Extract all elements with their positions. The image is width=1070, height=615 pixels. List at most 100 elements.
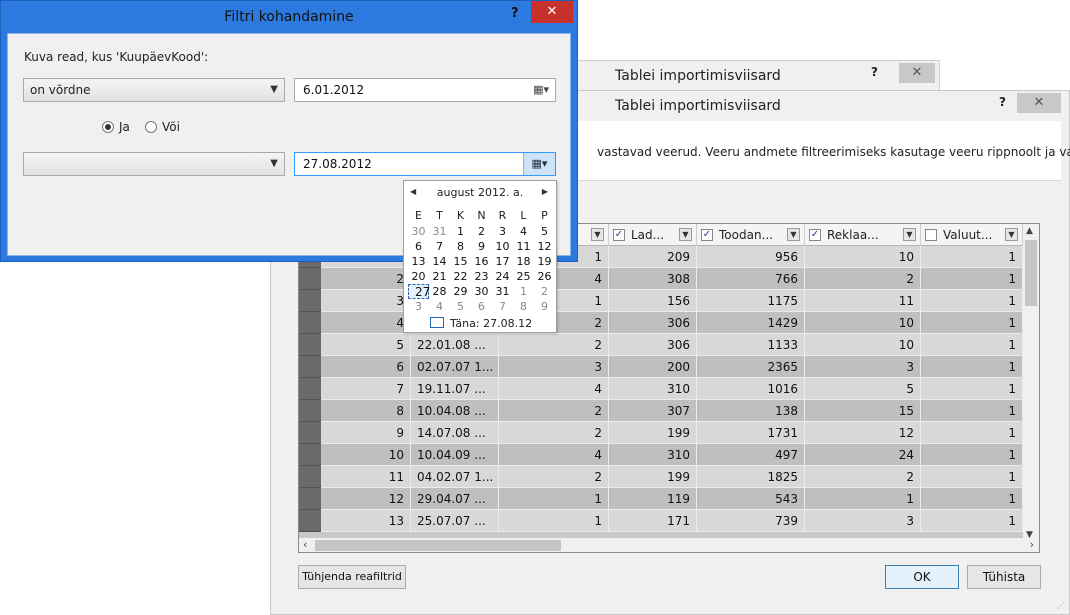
table-cell: 10 [805, 334, 921, 356]
calendar-day[interactable]: 2 [534, 284, 555, 299]
clear-row-filters-button[interactable]: Tühjenda reafiltrid [298, 565, 406, 589]
calendar-day[interactable]: 23 [471, 269, 492, 284]
today-link[interactable]: Täna: 27.08.12 [430, 317, 532, 330]
calendar-day[interactable]: 13 [408, 254, 429, 269]
calendar-day[interactable]: 7 [429, 239, 450, 254]
calendar-day[interactable]: 7 [492, 299, 513, 314]
chevron-down-icon[interactable]: ▼ [591, 228, 604, 241]
column-header-lad[interactable]: ✓ Lad... ▼ [609, 224, 697, 246]
calendar-day[interactable]: 1 [513, 284, 534, 299]
calendar-day[interactable]: 8 [513, 299, 534, 314]
calendar-day[interactable]: 2 [471, 224, 492, 239]
chevron-down-icon[interactable]: ▼ [679, 228, 692, 241]
background-help-button[interactable]: ? [871, 65, 878, 79]
value-input-1[interactable]: 6.01.2012 ▦▾ [294, 78, 556, 102]
next-month-icon[interactable]: ▶ [542, 187, 548, 196]
calendar-day[interactable]: 29 [450, 284, 471, 299]
calendar-day[interactable]: 4 [429, 299, 450, 314]
horizontal-scroll-thumb[interactable] [315, 540, 561, 551]
calendar-day[interactable]: 15 [450, 254, 471, 269]
chevron-down-icon[interactable]: ▼ [1005, 228, 1018, 241]
vertical-scroll-thumb[interactable] [1025, 240, 1037, 306]
calendar-day[interactable]: 31 [492, 284, 513, 299]
calendar-day[interactable]: 1 [450, 224, 471, 239]
calendar-day[interactable]: 6 [471, 299, 492, 314]
calendar-button[interactable]: ▦▾ [523, 153, 555, 175]
row-header[interactable] [299, 444, 321, 466]
table-cell: 3 [805, 510, 921, 532]
calendar-day[interactable]: 8 [450, 239, 471, 254]
row-header[interactable] [299, 510, 321, 532]
column-header-valuut[interactable]: Valuut... ▼ [921, 224, 1023, 246]
calendar-day[interactable]: 11 [513, 239, 534, 254]
resize-grip-icon[interactable]: ⋰ [1057, 601, 1065, 610]
column-header-toodan[interactable]: ✓ Toodan... ▼ [697, 224, 805, 246]
column-header-reklaa[interactable]: ✓ Reklaa... ▼ [805, 224, 921, 246]
calendar-day[interactable]: 21 [429, 269, 450, 284]
row-header[interactable] [299, 422, 321, 444]
checkbox-icon[interactable]: ✓ [809, 229, 821, 241]
checkbox-icon[interactable]: ✓ [613, 229, 625, 241]
row-header[interactable] [299, 334, 321, 356]
calendar-day[interactable]: 5 [534, 224, 555, 239]
table-cell: 2 [805, 466, 921, 488]
row-header[interactable] [299, 466, 321, 488]
calendar-day[interactable]: 6 [408, 239, 429, 254]
calendar-day[interactable]: 9 [471, 239, 492, 254]
calendar-day[interactable]: 5 [450, 299, 471, 314]
checkbox-icon[interactable]: ✓ [701, 229, 713, 241]
ok-button[interactable]: OK [885, 565, 959, 589]
cancel-button[interactable]: Tühista [967, 565, 1041, 589]
calendar-day[interactable]: 9 [534, 299, 555, 314]
calendar-day[interactable]: 3 [492, 224, 513, 239]
scroll-right-icon[interactable]: › [1030, 538, 1034, 551]
scroll-up-icon[interactable]: ▲ [1026, 226, 1033, 236]
row-header[interactable] [299, 312, 321, 334]
table-cell: 10 [321, 444, 411, 466]
calendar-day[interactable]: 18 [513, 254, 534, 269]
calendar-day[interactable]: 30 [408, 224, 429, 239]
calendar-day[interactable]: 19 [534, 254, 555, 269]
calendar-day[interactable]: 31 [429, 224, 450, 239]
calendar-day[interactable]: 16 [471, 254, 492, 269]
row-header[interactable] [299, 268, 321, 290]
radio-and[interactable]: Ja [102, 120, 130, 134]
filter-help-button[interactable]: ? [511, 6, 519, 21]
vertical-scrollbar[interactable]: ▲ ▼ [1023, 224, 1039, 540]
calendar-day[interactable]: 30 [471, 284, 492, 299]
wizard-close-button[interactable]: ✕ [1017, 93, 1061, 113]
chevron-down-icon[interactable]: ▼ [787, 228, 800, 241]
calendar-day[interactable]: 14 [429, 254, 450, 269]
chevron-down-icon[interactable]: ▼ [903, 228, 916, 241]
calendar-day[interactable]: 24 [492, 269, 513, 284]
calendar-day[interactable]: 27 [408, 284, 430, 299]
calendar-icon[interactable]: ▦▾ [533, 79, 549, 101]
operator-select-1[interactable]: on võrdne ▼ [23, 78, 285, 102]
calendar-day[interactable]: 25 [513, 269, 534, 284]
row-header[interactable] [299, 488, 321, 510]
row-header[interactable] [299, 290, 321, 312]
table-cell: 200 [609, 356, 697, 378]
checkbox-icon[interactable] [925, 229, 937, 241]
calendar-day[interactable]: 12 [534, 239, 555, 254]
calendar-day[interactable]: 22 [450, 269, 471, 284]
value-input-2[interactable]: 27.08.2012 ▦▾ [294, 152, 556, 176]
background-close-button[interactable]: ✕ [899, 63, 935, 83]
calendar-day[interactable]: 28 [429, 284, 450, 299]
wizard-help-button[interactable]: ? [999, 95, 1006, 109]
row-header[interactable] [299, 378, 321, 400]
row-header[interactable] [299, 400, 321, 422]
radio-or[interactable]: Või [145, 120, 180, 134]
calendar-day[interactable]: 10 [492, 239, 513, 254]
scroll-left-icon[interactable]: ‹ [303, 538, 307, 551]
calendar-day[interactable]: 17 [492, 254, 513, 269]
calendar-day[interactable]: 26 [534, 269, 555, 284]
calendar-day[interactable]: 4 [513, 224, 534, 239]
row-header[interactable] [299, 356, 321, 378]
horizontal-scrollbar[interactable]: ‹ › [299, 538, 1039, 552]
table-cell: 02.07.07 1... [411, 356, 499, 378]
calendar-day[interactable]: 20 [408, 269, 429, 284]
filter-close-button[interactable]: ✕ [531, 1, 573, 23]
calendar-day[interactable]: 3 [408, 299, 429, 314]
operator-select-2[interactable]: ▼ [23, 152, 285, 176]
